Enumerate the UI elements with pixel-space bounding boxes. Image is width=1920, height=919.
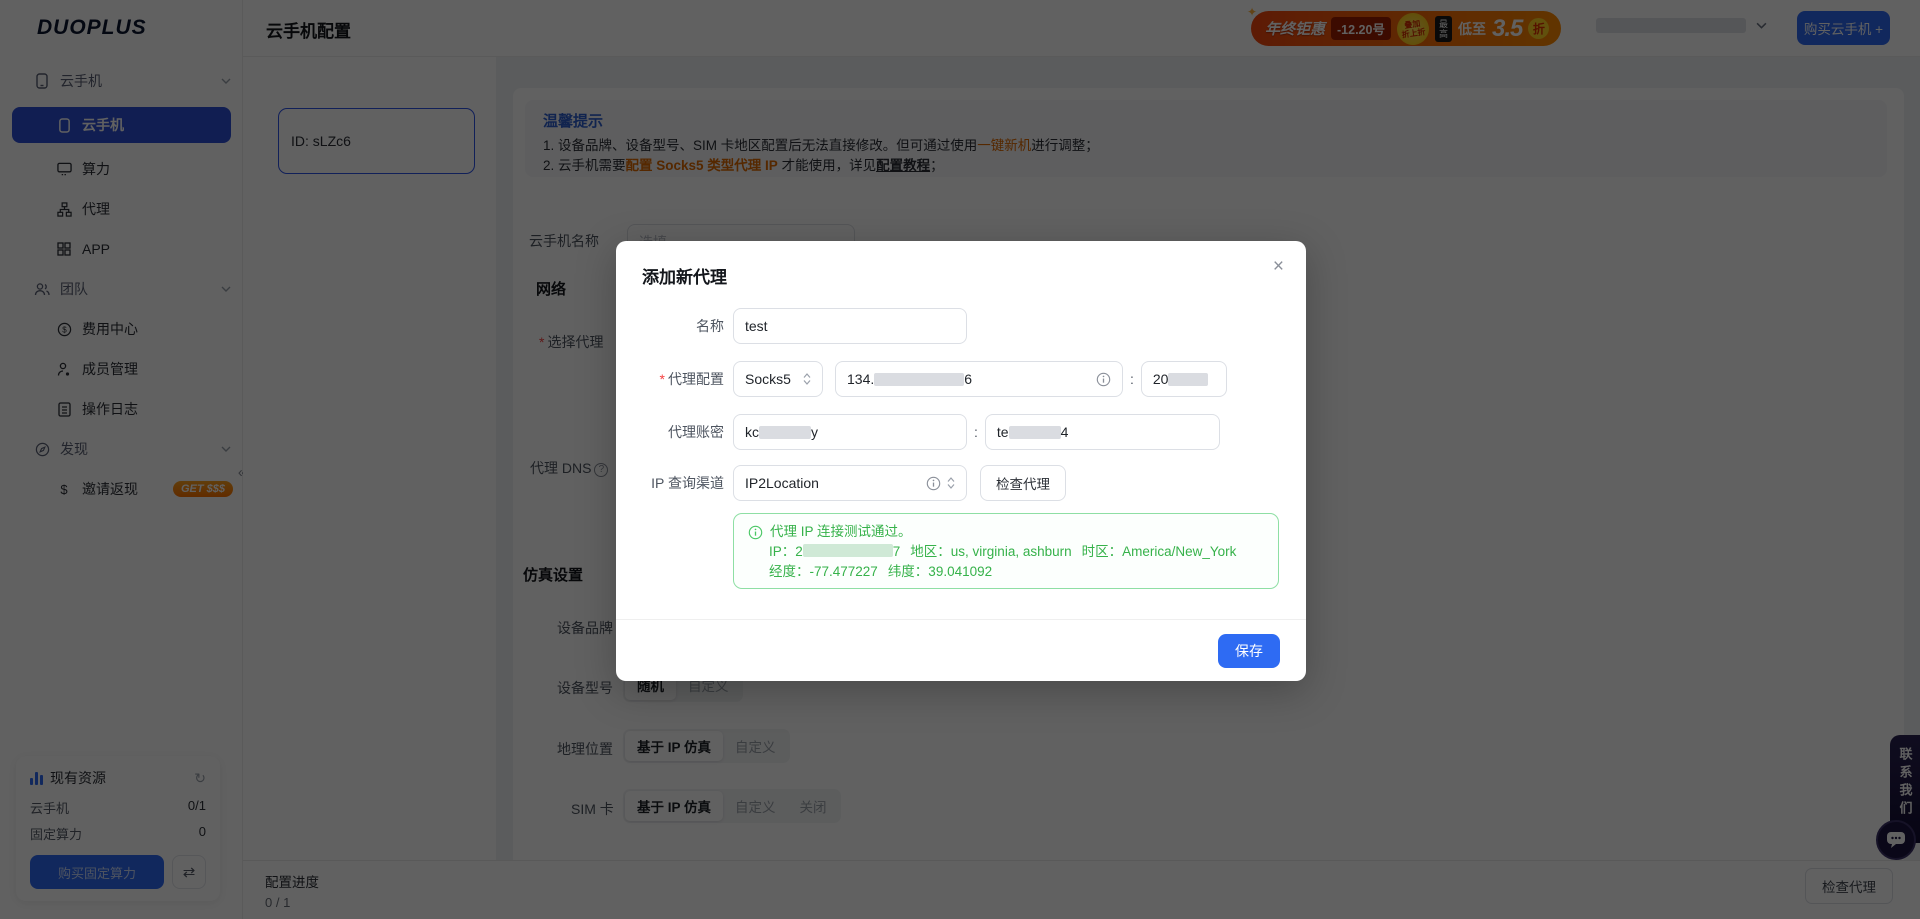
caret-updown-icon (947, 477, 955, 489)
check-proxy-button[interactable]: 检查代理 (980, 465, 1066, 501)
ip-channel-row: IP 查询渠道 IP2Location 检查代理 (616, 465, 1066, 501)
proxy-host-input[interactable]: 134.6 (835, 361, 1123, 397)
input-value: te (997, 424, 1009, 440)
input-value: 6 (964, 371, 972, 387)
input-value: 134. (847, 371, 874, 387)
required-asterisk: * (660, 371, 665, 387)
name-row: 名称 test (616, 308, 967, 344)
select-value: Socks5 (745, 371, 791, 387)
modal-title: 添加新代理 (642, 263, 727, 288)
result-region: 地区：us, virginia, ashburn (910, 544, 1071, 559)
redacted-text (803, 544, 893, 557)
proxy-type-select[interactable]: Socks5 (733, 361, 823, 397)
proxy-username-input[interactable]: kc y (733, 414, 967, 450)
result-latitude: 纬度：39.041092 (888, 564, 992, 579)
redacted-text (874, 373, 964, 386)
input-value: y (811, 424, 818, 440)
label-text: 代理配置 (668, 371, 724, 387)
ip-channel-label: IP 查询渠道 (616, 473, 724, 493)
proxy-password-input[interactable]: te 4 (985, 414, 1220, 450)
redacted-text (759, 426, 811, 439)
success-info-icon (748, 525, 763, 540)
result-line-1: 代理 IP 连接测试通过。 (770, 522, 912, 542)
close-icon[interactable]: × (1273, 257, 1284, 276)
proxy-config-label: *代理配置 (616, 369, 724, 389)
colon-separator: : (1130, 371, 1134, 387)
info-icon[interactable] (1096, 372, 1111, 387)
result-line-2: IP：2 7 地区：us, virginia, ashburn 时区：America/… (748, 542, 1264, 562)
ip-channel-select[interactable]: IP2Location (733, 465, 967, 501)
redacted-text (1009, 426, 1061, 439)
modal-footer: 保存 (616, 619, 1306, 681)
add-proxy-modal: 添加新代理 × 名称 test *代理配置 Socks5 134.6 : 20 … (616, 241, 1306, 681)
proxy-config-row: *代理配置 Socks5 134.6 : 20 (616, 361, 1227, 397)
result-line-3: 经度：-77.477227 纬度：39.041092 (748, 562, 1264, 582)
save-button[interactable]: 保存 (1218, 634, 1280, 668)
proxy-name-input[interactable]: test (733, 308, 967, 344)
name-label: 名称 (616, 316, 724, 336)
proxy-port-input[interactable]: 20 (1141, 361, 1227, 397)
input-value: 20 (1153, 371, 1169, 387)
result-ip: 2 (795, 544, 803, 559)
input-value: 4 (1061, 424, 1069, 440)
input-value: test (745, 318, 768, 334)
proxy-account-label: 代理账密 (616, 422, 724, 442)
select-value: IP2Location (745, 475, 819, 491)
redacted-text (1168, 373, 1208, 386)
result-timezone: 时区：America/New_York (1082, 544, 1237, 559)
proxy-account-row: 代理账密 kc y : te 4 (616, 414, 1220, 450)
result-ip: 7 (893, 544, 901, 559)
colon-separator: : (974, 424, 978, 440)
info-icon[interactable] (926, 476, 941, 491)
input-value: kc (745, 424, 759, 440)
result-ip-label: IP： (769, 544, 795, 559)
proxy-test-result: 代理 IP 连接测试通过。 IP：2 7 地区：us, virginia, ashb… (733, 513, 1279, 589)
caret-updown-icon (803, 373, 811, 385)
result-longitude: 经度：-77.477227 (769, 564, 878, 579)
